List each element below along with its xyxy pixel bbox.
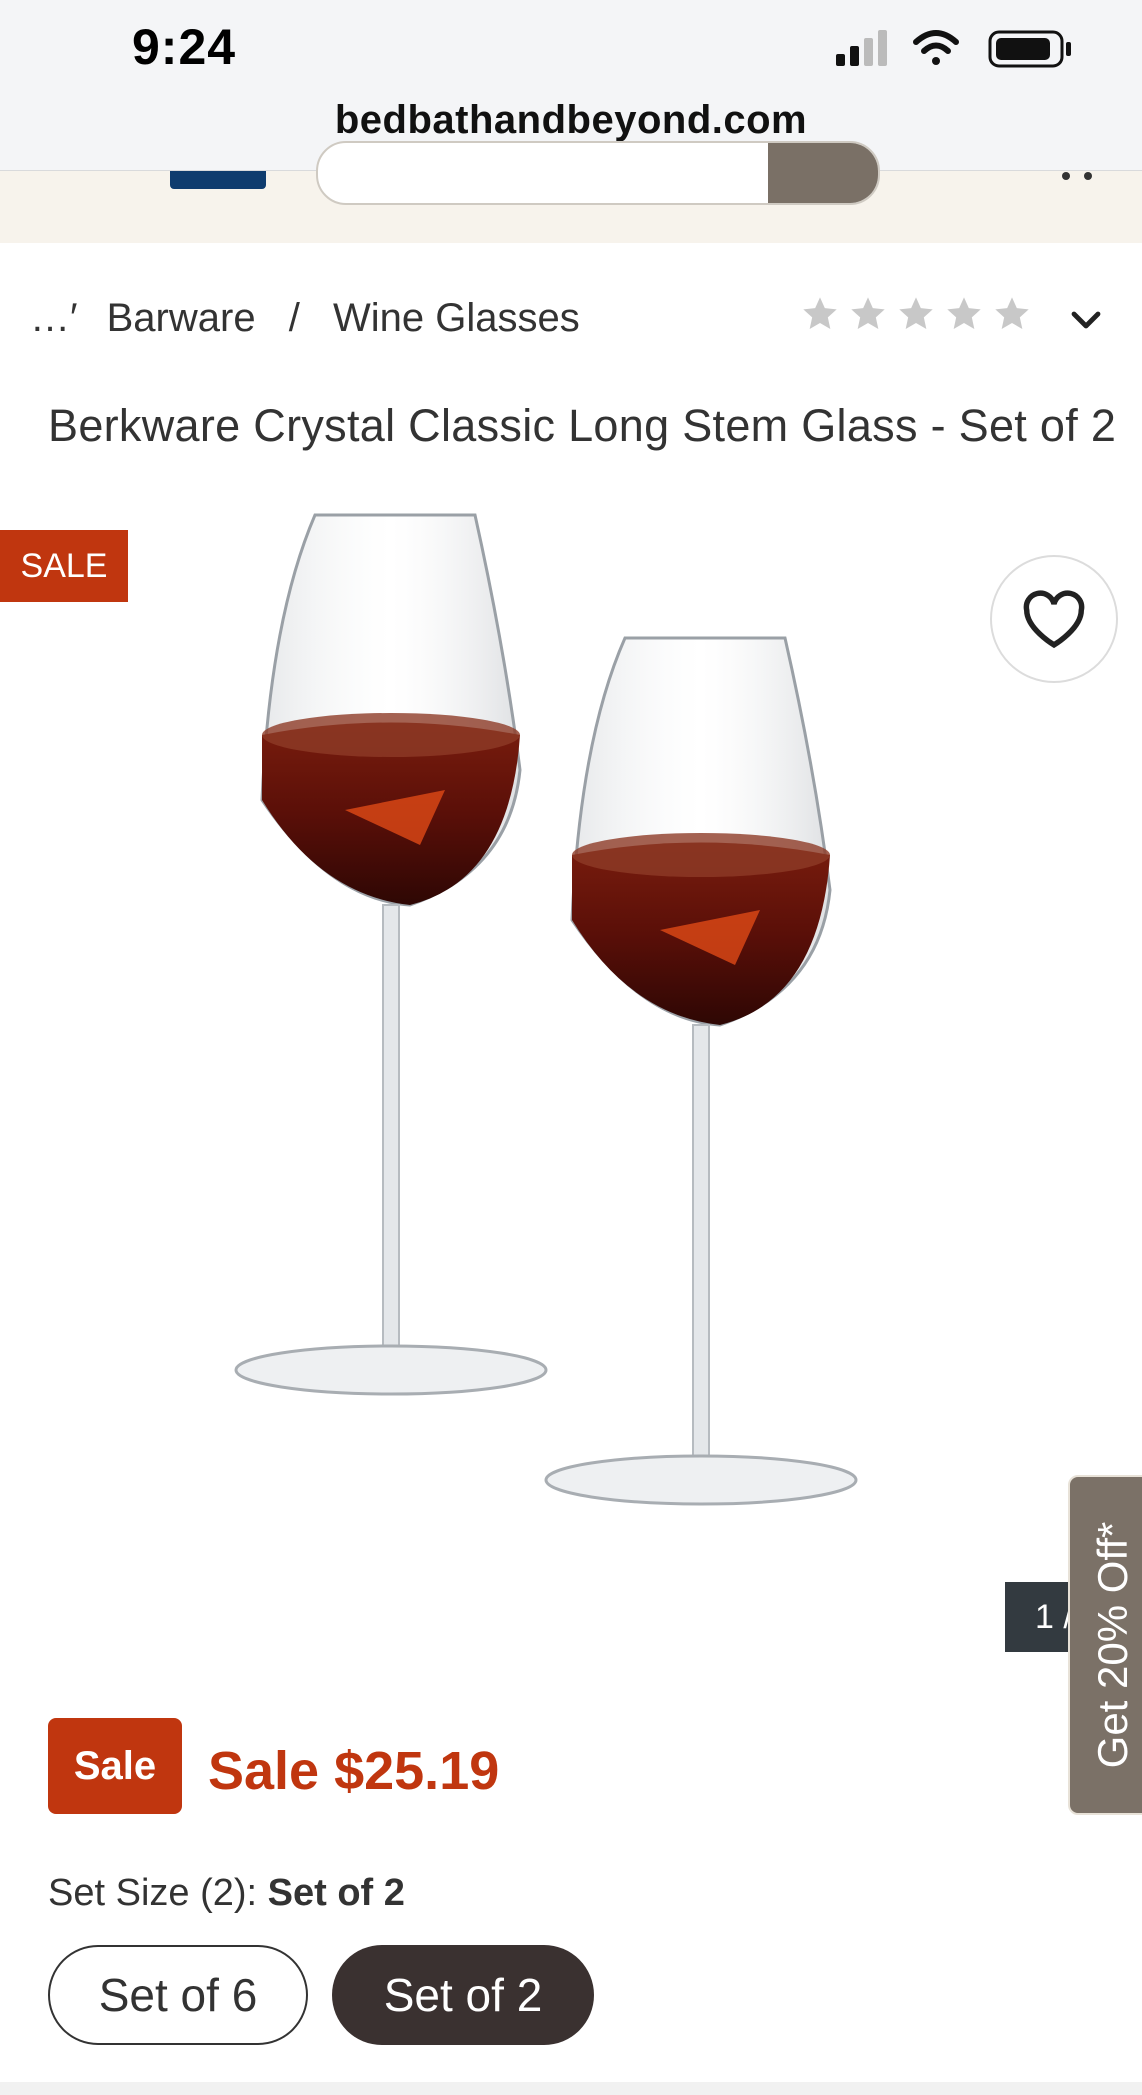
breadcrumb-item-wine-glasses[interactable]: Wine Glasses	[333, 296, 580, 340]
set-size-label: Set Size (2): Set of 2	[48, 1872, 405, 1915]
sale-badge: Sale	[48, 1718, 182, 1814]
breadcrumb-item-barware[interactable]: Barware	[107, 296, 256, 340]
chevron-down-icon[interactable]	[1068, 302, 1104, 338]
set-size-option-set-of-6[interactable]: Set of 6	[48, 1945, 308, 2045]
star-icon	[947, 297, 981, 329]
breadcrumb: …′ Barware / Wine Glasses	[30, 296, 580, 341]
promo-tab-button[interactable]: Get 20% Off*	[1068, 1475, 1142, 1815]
set-size-selected: Set of 2	[267, 1872, 405, 1914]
promo-tab-label: Get 20% Off*	[1089, 1521, 1136, 1769]
star-icon	[851, 297, 885, 329]
site-logo[interactable]	[170, 171, 266, 189]
heart-icon	[1023, 590, 1085, 649]
sale-flag: SALE	[0, 530, 128, 602]
status-time: 9:24	[132, 19, 237, 75]
breadcrumb-separator: /	[288, 296, 300, 340]
cellular-signal-icon	[836, 30, 887, 66]
cart-icon[interactable]	[1052, 171, 1102, 185]
system-status-icons	[836, 30, 1071, 68]
rating-stars[interactable]	[800, 294, 1032, 338]
product-title: Berkware Crystal Classic Long Stem Glass…	[48, 400, 1117, 451]
star-icon	[899, 297, 933, 329]
set-size-prefix: Set Size (2):	[48, 1872, 258, 1914]
wifi-icon	[913, 30, 959, 65]
battery-icon	[988, 30, 1071, 68]
wine-glass-left	[234, 513, 548, 1396]
set-size-option-set-of-2[interactable]: Set of 2	[332, 1945, 594, 2045]
wine-glass-right	[544, 636, 858, 1506]
star-icon	[803, 297, 837, 329]
sale-price: Sale $25.19	[208, 1741, 500, 1801]
address-bar-url[interactable]: bedbathandbeyond.com	[0, 98, 1142, 143]
favorite-button[interactable]	[990, 555, 1118, 683]
search-button[interactable]	[768, 143, 878, 203]
site-header-strip	[0, 141, 1142, 243]
breadcrumb-ellipsis[interactable]: …′	[30, 296, 78, 340]
search-input[interactable]	[316, 141, 880, 205]
page-bottom-edge	[0, 2082, 1142, 2095]
star-icon	[995, 297, 1029, 329]
product-image[interactable]	[220, 500, 980, 1680]
